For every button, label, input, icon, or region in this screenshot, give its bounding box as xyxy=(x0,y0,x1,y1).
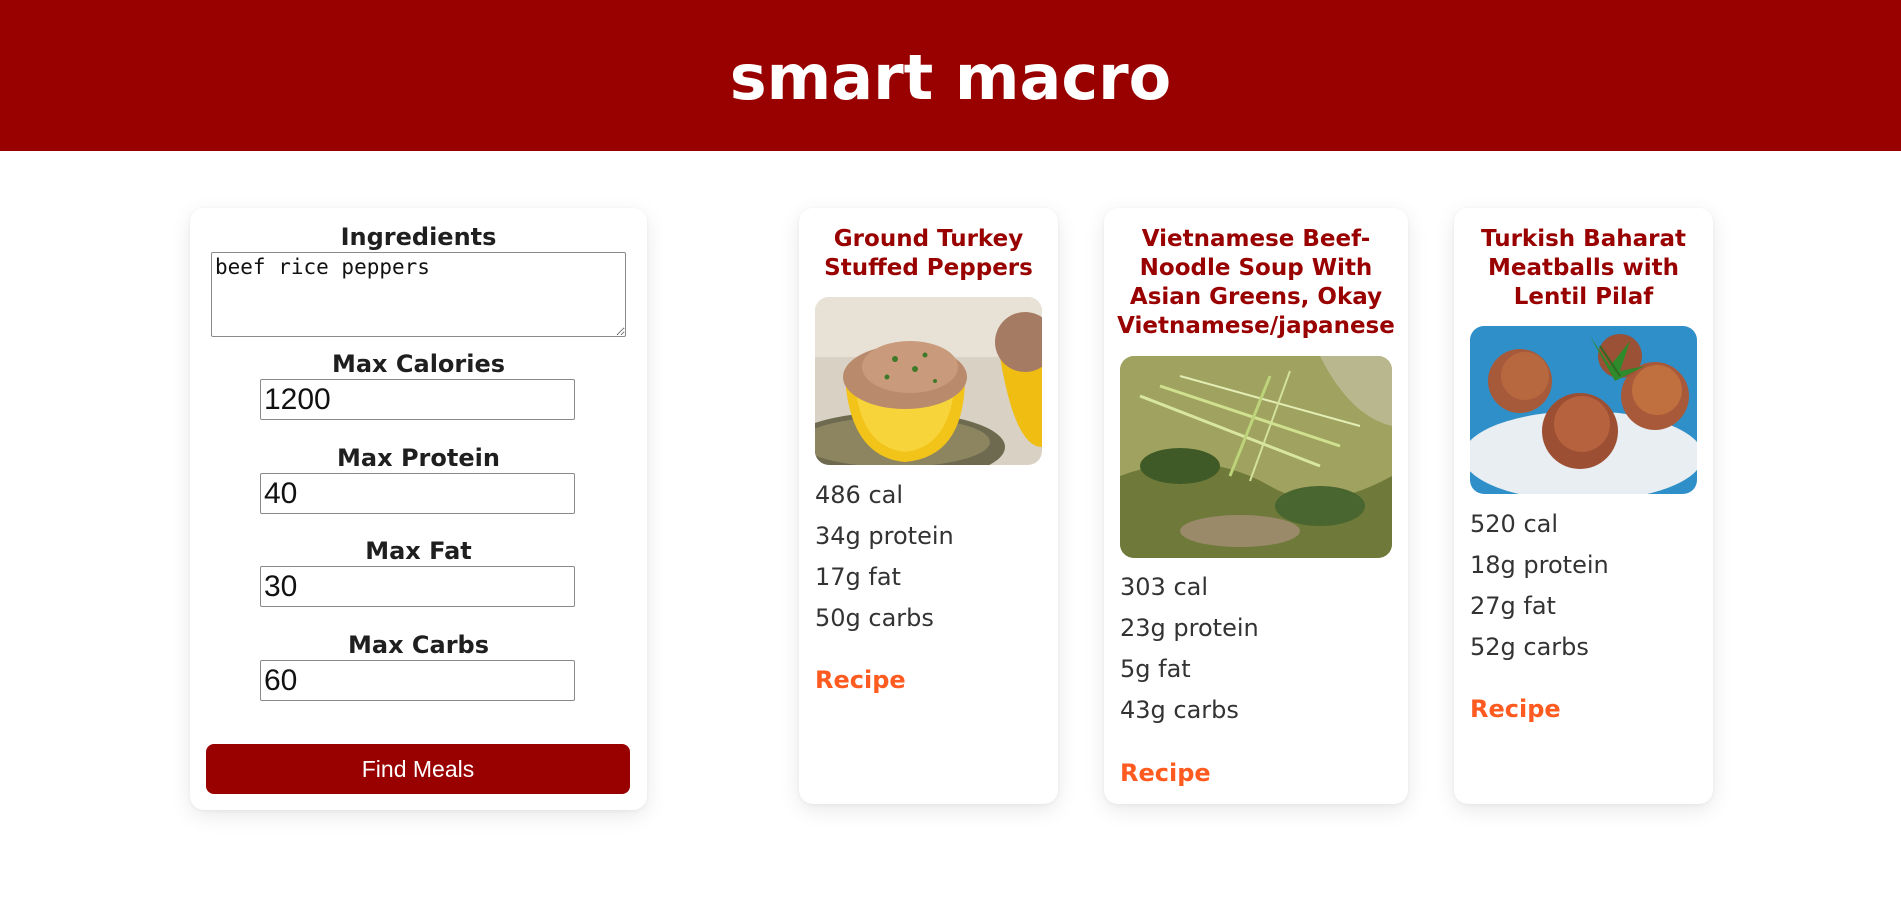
meal-image[interactable] xyxy=(1470,326,1697,494)
meal-calories: 486 cal xyxy=(815,481,904,509)
meal-card: Vietnamese Beef-Noodle Soup With Asian G… xyxy=(1104,208,1408,804)
noodle-soup-photo xyxy=(1120,356,1392,558)
ingredients-label: Ingredients xyxy=(340,223,497,251)
meal-fat: 27g fat xyxy=(1470,592,1556,620)
max-calories-input[interactable] xyxy=(260,379,575,420)
max-fat-label: Max Fat xyxy=(365,537,472,565)
meal-calories: 303 cal xyxy=(1120,573,1209,601)
max-calories-label: Max Calories xyxy=(331,350,506,378)
meal-title: Ground Turkey Stuffed Peppers xyxy=(824,226,1033,281)
recipe-link[interactable]: Recipe xyxy=(1120,759,1211,787)
app-title: smart macro xyxy=(729,41,1172,114)
meatballs-photo xyxy=(1470,326,1697,494)
max-carbs-label: Max Carbs xyxy=(347,631,490,659)
meal-title: Turkish Baharat Meatballs with Lentil Pi… xyxy=(1481,226,1686,310)
recipe-link[interactable]: Recipe xyxy=(815,666,906,694)
meal-carbs: 50g carbs xyxy=(815,604,934,632)
meal-title: Vietnamese Beef-Noodle Soup With Asian G… xyxy=(1117,226,1395,339)
site-header: smart macro xyxy=(0,0,1901,151)
meal-fat: 17g fat xyxy=(815,563,901,591)
ingredients-field[interactable]: beef rice peppers xyxy=(211,252,626,337)
meal-image[interactable] xyxy=(815,297,1042,465)
meal-protein: 23g protein xyxy=(1120,614,1259,642)
max-protein-input[interactable] xyxy=(260,473,575,514)
stuffed-peppers-photo xyxy=(815,297,1042,465)
meal-protein: 34g protein xyxy=(815,522,954,550)
max-fat-input[interactable] xyxy=(260,566,575,607)
search-form-card: Ingredients beef rice peppers Max Calori… xyxy=(190,208,647,810)
meal-card: Ground Turkey Stuffed Peppers 486 cal 34… xyxy=(799,208,1058,804)
meal-carbs: 52g carbs xyxy=(1470,633,1589,661)
meal-calories: 520 cal xyxy=(1470,510,1559,538)
max-carbs-input[interactable] xyxy=(260,660,575,701)
find-meals-button[interactable]: Find Meals xyxy=(206,744,630,794)
meal-fat: 5g fat xyxy=(1120,655,1191,683)
meal-carbs: 43g carbs xyxy=(1120,696,1239,724)
max-protein-label: Max Protein xyxy=(337,444,500,472)
meal-card: Turkish Baharat Meatballs with Lentil Pi… xyxy=(1454,208,1713,804)
meal-image[interactable] xyxy=(1120,356,1392,558)
recipe-link[interactable]: Recipe xyxy=(1470,695,1561,723)
meal-protein: 18g protein xyxy=(1470,551,1609,579)
